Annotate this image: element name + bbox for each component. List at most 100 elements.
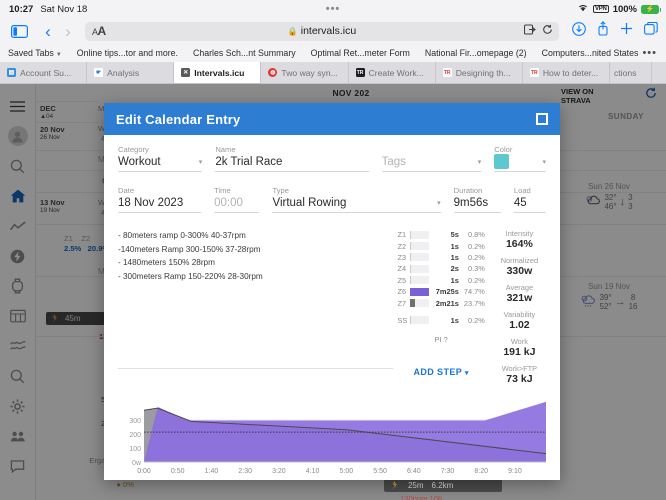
metric-value: 73 kJ [506,373,533,385]
tab-account-summary[interactable]: ▤ Account Su... [0,62,88,83]
date-text: 18 Nov 2023 [118,196,184,209]
tab-label: Two way syn... [281,67,338,78]
maximize-icon[interactable] [536,113,548,125]
zone-name: Z3 [397,252,407,262]
zone-bar-track [410,299,429,308]
zone-pct: 0.8% [467,230,485,240]
load-field[interactable]: Load 45 [513,186,546,213]
category-value[interactable]: Workout ▾ [118,155,203,172]
plus-icon[interactable] [620,22,633,40]
calendar-bottom-text: 130bpm 106 [400,494,443,500]
url-text: intervals.icu [300,25,357,37]
date-input[interactable]: 18 Nov 2023 [118,196,202,213]
load-input[interactable]: 45 [513,196,546,213]
tags-input[interactable]: Tags ▾ [381,155,482,172]
name-text: 2k Trial Race [215,155,283,168]
zone-name: Z7 [397,298,407,308]
bookmark-saved-tabs[interactable]: Saved Tabs ▼ [8,48,62,58]
bookmark-item-2[interactable]: Charles Sch...nt Summary [193,48,296,58]
name-input[interactable]: 2k Trial Race [215,155,369,172]
tab-two-way-sync[interactable]: ◍ Two way syn... [261,62,349,83]
bookmark-item-5[interactable]: Computers...nited States [542,48,639,58]
tab-create-workout[interactable]: TR Create Work... [349,62,436,83]
category-field[interactable]: Category Workout ▾ [118,145,203,172]
load-text: 45 [513,196,527,209]
zone-time: 5s [450,230,459,240]
zone-time: 1s [450,252,459,262]
category-label: Category [118,145,149,154]
svg-text:0w: 0w [132,460,142,467]
svg-text:8:20: 8:20 [474,468,488,475]
color-value[interactable]: ▾ [494,154,546,172]
bookmark-item-1[interactable]: Online tips...tor and more. [77,48,178,58]
tab-label: Analysis [107,67,140,78]
status-date: Sat Nov 18 [40,3,88,15]
duration-field[interactable]: Duration 9m56s [453,186,501,213]
zone-row: Z5 1s 0.2% [397,275,484,286]
status-time: 10:27 [9,3,34,15]
forward-button[interactable]: › [58,23,78,40]
zone-name: Z6 [397,287,407,297]
duration-input[interactable]: 9m56s [453,196,501,213]
vpn-badge: VPN [592,5,609,13]
share-icon[interactable] [597,21,609,41]
add-step-button[interactable]: ADD STEP ▾ [397,367,484,377]
color-field[interactable]: Color ▾ [494,145,546,172]
dialog-title: Edit Calendar Entry [116,111,241,127]
intervals-icon: ✕ [181,68,191,77]
zone-pct: 0.3% [467,264,485,274]
bookmark-item-4[interactable]: National Fir...omepage (2) [425,48,527,58]
ios-status-bar: 10:27 Sat Nov 18 ••• VPN 100% ⚡ [0,0,666,18]
step-line-3: - 1480meters 150% 28rpm [118,258,215,268]
runner-icon: 🏃 [390,480,400,490]
svg-text:2:30: 2:30 [238,468,252,475]
tab-partial[interactable]: ctions [610,62,652,83]
bookmarks-overflow-button[interactable]: ••• [642,47,657,58]
workout-steps[interactable]: - 80meters ramp 0-300% 40-37rpm -140mete… [118,229,394,385]
bookmark-item-3[interactable]: Optimal Ret...meter Form [311,48,410,58]
tab-strip: ▤ Account Su... ☛ Analysis ✕ Intervals.i… [0,62,666,84]
tags-label [382,145,482,154]
svg-text:0:50: 0:50 [171,468,185,475]
tab-how-to-determine[interactable]: TR How to deter... [523,62,610,83]
time-field[interactable]: Time 00:00 [214,186,260,213]
zone-row-ss: SS 1s 0.2% [397,315,484,326]
download-icon[interactable] [572,21,586,41]
address-bar[interactable]: AA 🔒 intervals.icu [85,21,559,41]
svg-text:200: 200 [129,432,141,439]
tab-intervals-icu[interactable]: ✕ Intervals.icu [174,62,262,83]
status-dots: ••• [325,3,341,15]
steps-divider [118,368,394,370]
color-swatch [494,154,510,169]
zone-bar-track [410,253,429,262]
chart-svg: 0w 100 200 300 0:00 0:50 1:40 2:30 3:20 4:10 5:00 5… [129,402,546,475]
calendar-event-25m[interactable]: 🏃 25m 6.2km [384,478,502,492]
extension-icon[interactable] [523,22,536,40]
pi-label[interactable]: PI ? [397,335,484,344]
workout-detail-section: - 80meters ramp 0-300% 40-37rpm -140mete… [118,229,546,385]
reader-size-button[interactable]: AA [92,24,106,38]
chevron-down-icon: ▾ [464,370,469,378]
reload-icon[interactable] [542,22,553,40]
metric-value: 164% [505,238,533,250]
back-button[interactable]: ‹ [38,23,58,40]
type-field[interactable]: Type Virtual Rowing ▾ [272,186,441,213]
workout-power-chart[interactable]: 0w 100 200 300 0:00 0:50 1:40 2:30 3:20 4:10 5:00 5… [118,402,546,480]
step-line-1: - 80meters ramp 0-300% 40-37rpm [118,231,246,240]
tab-designing-the[interactable]: TR Designing th... [436,62,523,83]
sidebar-toggle-icon[interactable] [8,22,30,40]
svg-text:300: 300 [129,418,141,425]
name-field[interactable]: Name 2k Trial Race [215,145,369,172]
event-distance: 6.2km [431,480,454,490]
tabs-icon[interactable] [644,21,658,40]
svg-text:5:50: 5:50 [373,468,387,475]
tags-field[interactable]: Tags ▾ [381,145,482,172]
zone-pct: 0.2% [467,315,485,325]
date-field[interactable]: Date 18 Nov 2023 [118,186,202,213]
tab-label: How to deter... [542,67,599,78]
zone-time: 7m25s [435,287,459,297]
tab-partial-edge[interactable] [652,62,666,83]
tab-analysis[interactable]: ☛ Analysis [87,62,175,83]
type-value[interactable]: Virtual Rowing ▾ [272,196,441,213]
time-input[interactable]: 00:00 [214,196,260,213]
